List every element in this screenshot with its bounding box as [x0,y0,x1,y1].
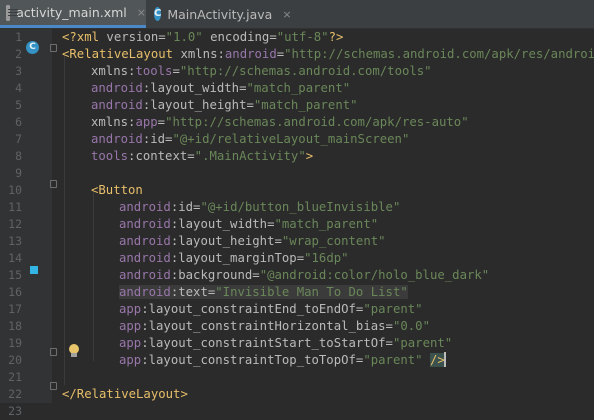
line-number: 16 [8,285,22,299]
code-line: 15 android:background="@android:color/ho… [0,267,594,284]
code-text: android:layout_height="wrap_content" [119,234,386,248]
code-line: 1 <?xml version="1.0" encoding="utf-8"?> [0,29,594,46]
line-number: 20 [8,353,22,367]
line-number: 23 [8,404,22,418]
code-line: 5 android:layout_height="match_parent" [0,97,594,114]
code-text: <Button [91,183,143,197]
code-line: 20 app:layout_constraintTop_toTopOf="par… [0,352,594,369]
code-line: 13 android:layout_height="wrap_content" [0,233,594,250]
code-text: <?xml version="1.0" encoding="utf-8"?> [62,30,344,44]
code-line: 9 [0,165,594,182]
code-text: tools:context=".MainActivity"> [91,149,314,163]
line-number: 21 [8,370,22,384]
code-text: android:id="@+id/button_blueInvisible" [119,200,401,214]
code-text: app:layout_constraintStart_toStartOf="pa… [119,336,453,350]
line-number: 13 [8,234,22,248]
line-number: 5 [15,98,22,112]
code-line: 22 </RelativeLayout> [0,386,594,403]
code-line: 2 <RelativeLayout xmlns:android="http://… [0,46,594,63]
code-line: 4 android:layout_width="match_parent" [0,80,594,97]
code-line: 10 <Button [0,182,594,199]
line-number: 10 [8,183,22,197]
close-tab-icon[interactable]: × [137,6,146,19]
tab-activity-main-xml[interactable]: activity_main.xml × [0,0,146,28]
line-number: 7 [15,132,22,146]
code-line: 19 app:layout_constraintStart_toStartOf=… [0,335,594,352]
code-text: <RelativeLayout xmlns:android="http://sc… [62,47,594,61]
code-text: xmlns:app="http://schemas.android.com/ap… [91,115,469,129]
line-number: 2 [15,47,22,61]
code-line: 12 android:layout_width="match_parent" [0,216,594,233]
code-editor[interactable]: C 1 <?xml version="1.0" encoding="utf-8"… [0,29,594,418]
java-class-icon: C [154,7,162,21]
code-text: android:text="Invisible Man To Do List" [119,285,408,299]
line-number: 12 [8,217,22,231]
line-number: 17 [8,302,22,316]
code-line: 8 tools:context=".MainActivity"> [0,148,594,165]
line-number: 9 [15,166,22,180]
code-text: android:layout_width="match_parent" [119,217,379,231]
text-caret [443,352,446,367]
code-text: </RelativeLayout> [62,387,188,401]
code-line: 3 xmlns:tools="http://schemas.android.co… [0,63,594,80]
line-number: 11 [8,200,22,214]
code-line: 21 [0,369,594,386]
editor-tab-bar: activity_main.xml × C MainActivity.java … [0,0,594,29]
code-line: 18 app:layout_constraintHorizontal_bias=… [0,318,594,335]
code-line: 14 android:layout_marginTop="16dp" [0,250,594,267]
line-number: 18 [8,319,22,333]
line-number: 19 [8,336,22,350]
xml-file-icon [6,4,19,21]
tab-label: activity_main.xml [16,5,127,20]
tab-main-activity-java[interactable]: C MainActivity.java × [148,0,292,28]
code-line: 23 [0,403,594,420]
code-text: app:layout_constraintHorizontal_bias="0.… [119,319,430,333]
line-number: 6 [15,115,22,129]
line-number: 8 [15,149,22,163]
line-number: 4 [15,81,22,95]
code-text: android:layout_marginTop="16dp" [119,251,349,265]
line-number: 3 [15,64,22,78]
code-line: 17 app:layout_constraintEnd_toEndOf="par… [0,301,594,318]
line-number: 15 [8,268,22,282]
code-text: android:background="@android:color/holo_… [119,268,490,282]
code-line: 11 android:id="@+id/button_blueInvisible… [0,199,594,216]
code-line: 6 xmlns:app="http://schemas.android.com/… [0,114,594,131]
code-text: android:layout_height="match_parent" [91,98,358,112]
line-number: 1 [15,30,22,44]
line-number: 14 [8,251,22,265]
code-text: android:id="@+id/relativeLayout_mainScre… [91,132,410,146]
tab-label: MainActivity.java [167,6,273,22]
code-text: app:layout_constraintTop_toTopOf="parent… [119,352,446,367]
code-text: xmlns:tools="http://schemas.android.com/… [91,64,432,78]
code-text: android:layout_width="match_parent" [91,81,351,95]
close-tab-icon[interactable]: × [282,8,291,21]
line-number: 22 [8,387,22,401]
code-line: 7 android:id="@+id/relativeLayout_mainSc… [0,131,594,148]
code-line: 16 android:text="Invisible Man To Do Lis… [0,284,594,301]
code-text: app:layout_constraintEnd_toEndOf="parent… [119,302,423,316]
